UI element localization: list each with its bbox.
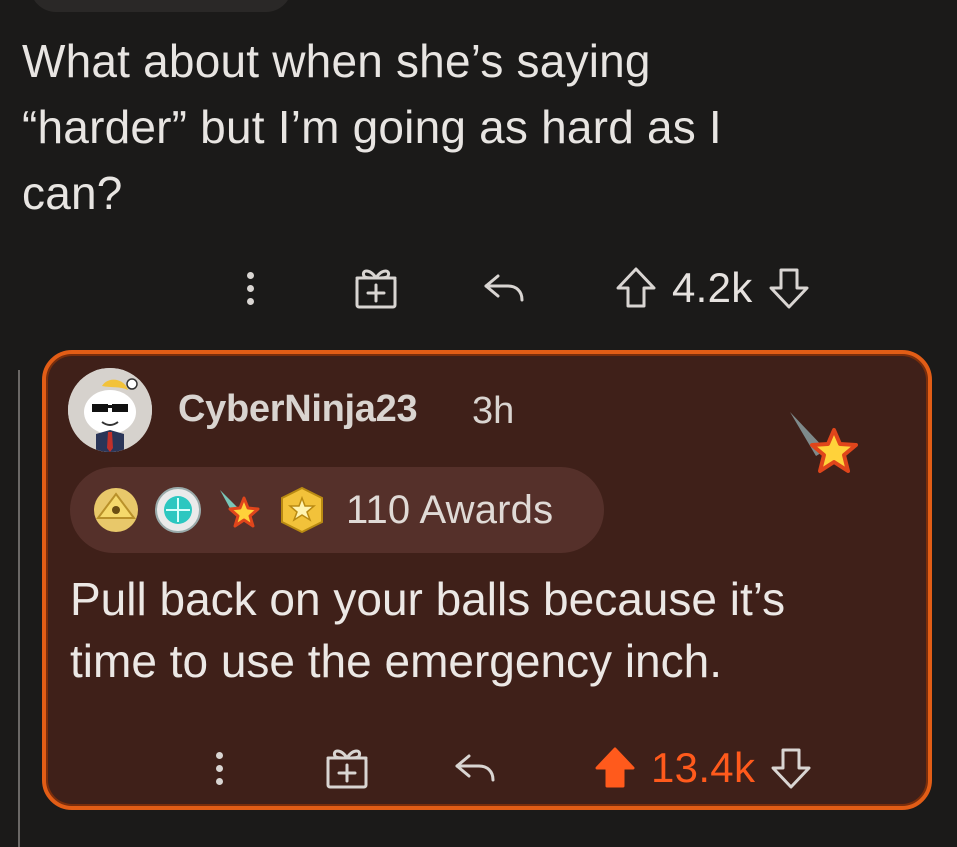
comment-thread: What about when she’s saying “harder” bu… [0, 0, 957, 847]
gold-star-award-icon [281, 486, 323, 534]
more-options-icon [246, 271, 254, 279]
reply-icon [455, 754, 495, 782]
upvote-button[interactable] [606, 258, 666, 318]
more-options-icon [215, 751, 223, 759]
reply-button[interactable] [445, 738, 505, 798]
reply-comment-action-bar: 13.4k [193, 738, 821, 798]
upvote-filled-icon [595, 747, 635, 788]
downvote-button[interactable] [759, 258, 819, 318]
downvote-icon [769, 268, 809, 309]
teal-gem-award-icon [155, 487, 201, 533]
thread-line[interactable] [18, 370, 20, 847]
reply-comment-body: Pull back on your balls because it’s tim… [70, 573, 786, 687]
upvote-button[interactable] [585, 738, 645, 798]
previous-element-pill [30, 0, 292, 12]
shooting-star-award-icon [790, 412, 858, 473]
gift-icon [326, 749, 368, 789]
downvote-button[interactable] [761, 738, 821, 798]
snoo-avatar-icon [68, 368, 152, 452]
reply-icon [484, 274, 524, 302]
upvote-icon [616, 267, 656, 308]
awards-count-label: 110 Awards [346, 487, 554, 532]
gold-pyramid-award-icon [94, 488, 138, 532]
more-options-button[interactable] [224, 258, 276, 318]
comment-timestamp: 3h [472, 390, 515, 432]
parent-comment-body: What about when she’s saying “harder” bu… [22, 35, 722, 219]
give-award-button[interactable] [317, 738, 377, 798]
vote-count: 4.2k [672, 264, 753, 311]
reply-button[interactable] [474, 258, 534, 318]
give-award-button[interactable] [346, 258, 406, 318]
vote-count: 13.4k [651, 744, 756, 791]
more-options-button[interactable] [193, 738, 245, 798]
awards-pill[interactable]: 110 Awards [70, 467, 604, 553]
user-avatar[interactable] [68, 368, 152, 452]
shooting-star-award-icon [220, 490, 260, 528]
parent-comment-action-bar: 4.2k [224, 258, 819, 318]
username-link[interactable]: CyberNinja23 [178, 388, 418, 431]
gift-icon [355, 269, 397, 309]
downvote-icon [771, 748, 811, 789]
